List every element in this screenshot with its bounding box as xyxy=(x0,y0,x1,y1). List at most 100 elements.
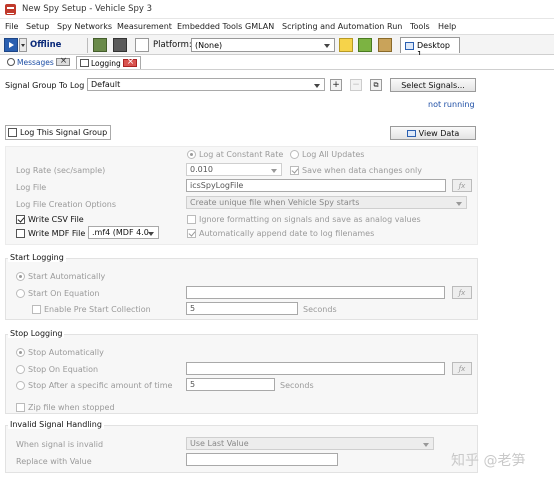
logging-icon xyxy=(80,59,89,67)
pre-start-input[interactable]: 5 xyxy=(186,302,298,315)
stop-logging-title: Stop Logging xyxy=(8,329,65,338)
stop-equation-input[interactable] xyxy=(186,362,445,375)
mdf-format-select[interactable]: .mf4 (MDF 4.0 xyxy=(88,226,159,239)
app-icon xyxy=(5,4,16,15)
remove-group-button[interactable]: − xyxy=(350,79,362,91)
chevron-down-icon xyxy=(313,81,322,90)
watermark: 知乎 @老笋 xyxy=(451,453,526,469)
menu-measurement[interactable]: Measurement xyxy=(117,22,172,31)
desktop-icon xyxy=(405,42,414,50)
desktop-tab[interactable]: Desktop 1 xyxy=(400,37,460,59)
mdf-format-value: .mf4 (MDF 4.0 xyxy=(92,228,149,237)
title-bar: New Spy Setup - Vehicle Spy 3 xyxy=(0,0,554,19)
run-status: not running xyxy=(428,100,475,109)
add-group-button[interactable]: + xyxy=(330,79,342,91)
append-date-label: Automatically append date to log filenam… xyxy=(199,229,375,238)
radio-stop-after-time[interactable] xyxy=(16,381,25,390)
start-on-equation-label: Start On Equation xyxy=(28,289,100,298)
save-icon[interactable] xyxy=(113,38,127,52)
when-invalid-value: Use Last Value xyxy=(190,439,249,448)
creation-options-value: Create unique file when Vehicle Spy star… xyxy=(190,198,360,207)
function-button[interactable]: ƒx xyxy=(452,362,472,375)
menu-embedded-tools[interactable]: Embedded Tools xyxy=(177,22,242,31)
log-rate-label: Log Rate (sec/sample) xyxy=(16,166,106,175)
stop-after-time-label: Stop After a specific amount of time xyxy=(28,381,173,390)
log-group-label: Log This Signal Group xyxy=(20,128,108,137)
signal-group-select[interactable]: Default xyxy=(87,78,325,91)
menu-tools[interactable]: Tools xyxy=(410,22,430,31)
replace-value-input[interactable] xyxy=(186,453,338,466)
coin-icon[interactable] xyxy=(339,38,353,52)
function-button[interactable]: ƒx xyxy=(452,179,472,192)
toolbar: Offline Platform: (None) Desktop 1 xyxy=(0,34,554,59)
toolbar-separator xyxy=(87,38,88,53)
pre-start-label: Enable Pre Start Collection xyxy=(44,305,151,314)
write-csv-label: Write CSV File xyxy=(28,215,84,224)
save-when-changes-checkbox[interactable] xyxy=(290,166,299,175)
ignore-formatting-checkbox[interactable] xyxy=(187,215,196,224)
radio-constant-rate[interactable] xyxy=(187,150,196,159)
zip-file-label: Zip file when stopped xyxy=(28,403,115,412)
radio-all-updates-label: Log All Updates xyxy=(302,150,365,159)
close-icon[interactable] xyxy=(55,56,70,66)
platform-select[interactable]: (None) xyxy=(191,38,335,52)
menu-help[interactable]: Help xyxy=(438,22,456,31)
stop-after-input[interactable]: 5 xyxy=(186,378,275,391)
creation-options-label: Log File Creation Options xyxy=(16,200,117,209)
menu-setup[interactable]: Setup xyxy=(26,22,49,31)
write-mdf-label: Write MDF File xyxy=(28,229,86,238)
close-icon[interactable] xyxy=(122,57,137,67)
tab-logging[interactable]: Logging xyxy=(76,56,141,69)
menu-bar: File Setup Spy Networks Measurement Embe… xyxy=(0,20,554,34)
document-tabs: Messages Logging xyxy=(0,55,554,70)
write-mdf-checkbox[interactable] xyxy=(16,229,25,238)
signal-group-value: Default xyxy=(91,80,121,89)
view-data-button[interactable]: View Data xyxy=(390,126,476,140)
creation-options-select[interactable]: Create unique file when Vehicle Spy star… xyxy=(186,196,467,209)
pre-start-checkbox[interactable] xyxy=(32,305,41,314)
menu-gmlan[interactable]: GMLAN xyxy=(245,22,274,31)
log-rate-value: 0.010 xyxy=(190,165,213,174)
copy-icon[interactable]: ⧉ xyxy=(370,79,382,91)
radio-all-updates[interactable] xyxy=(290,150,299,159)
stop-on-equation-label: Stop On Equation xyxy=(28,365,99,374)
log-group-checkbox[interactable] xyxy=(8,128,17,137)
plugin-icon[interactable] xyxy=(358,38,372,52)
signal-group-label: Signal Group To Log xyxy=(5,81,85,90)
zip-file-checkbox[interactable] xyxy=(16,403,25,412)
radio-start-on-equation[interactable] xyxy=(16,289,25,298)
tab-messages-label: Messages xyxy=(17,58,54,67)
when-invalid-select[interactable]: Use Last Value xyxy=(186,437,434,450)
replace-value-label: Replace with Value xyxy=(16,457,92,466)
radio-start-auto[interactable] xyxy=(16,272,25,281)
chevron-down-icon[interactable] xyxy=(19,38,27,52)
invalid-signal-title: Invalid Signal Handling xyxy=(8,420,104,429)
menu-spy-networks[interactable]: Spy Networks xyxy=(57,22,112,31)
gear-icon xyxy=(7,58,15,66)
function-button[interactable]: ƒx xyxy=(452,286,472,299)
radio-stop-auto[interactable] xyxy=(16,348,25,357)
menu-scripting[interactable]: Scripting and Automation xyxy=(282,22,384,31)
stop-auto-label: Stop Automatically xyxy=(28,348,104,357)
wrench-icon[interactable] xyxy=(378,38,392,52)
offline-status: Offline xyxy=(30,40,62,50)
log-file-input[interactable]: icsSpyLogFile xyxy=(186,179,446,192)
view-data-icon xyxy=(406,130,416,137)
select-signals-button[interactable]: Select Signals... xyxy=(390,78,476,92)
menu-file[interactable]: File xyxy=(5,22,18,31)
menu-run[interactable]: Run xyxy=(387,22,402,31)
play-icon[interactable] xyxy=(4,38,18,52)
log-rate-select[interactable]: 0.010 xyxy=(186,163,282,176)
hardware-icon[interactable] xyxy=(93,38,107,52)
start-equation-input[interactable] xyxy=(186,286,445,299)
write-csv-checkbox[interactable] xyxy=(16,215,25,224)
radio-stop-on-equation[interactable] xyxy=(16,365,25,374)
append-date-checkbox[interactable] xyxy=(187,229,196,238)
platform-icon[interactable] xyxy=(135,38,149,52)
chevron-down-icon xyxy=(270,166,279,175)
pre-start-seconds-label: Seconds xyxy=(303,305,337,314)
save-when-changes-label: Save when data changes only xyxy=(302,166,422,175)
tab-messages[interactable]: Messages xyxy=(4,56,73,69)
stop-after-seconds-label: Seconds xyxy=(280,381,314,390)
ignore-formatting-label: Ignore formatting on signals and save as… xyxy=(199,215,421,224)
